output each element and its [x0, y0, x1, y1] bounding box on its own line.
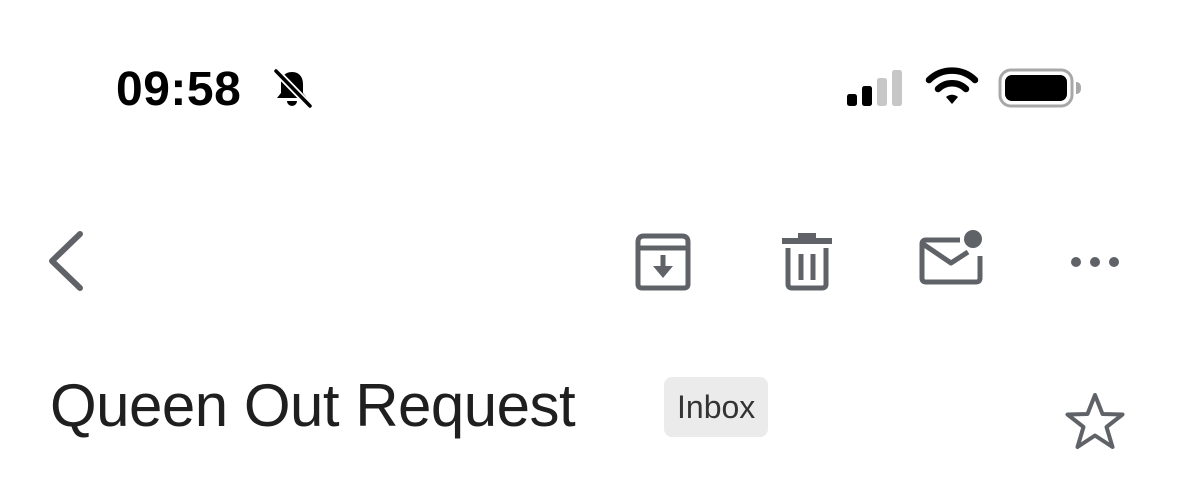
status-time: 09:58 — [116, 63, 242, 116]
more-button[interactable] — [1066, 244, 1126, 280]
wifi-icon — [924, 66, 980, 108]
inbox-label-chip[interactable]: Inbox — [664, 377, 769, 437]
archive-icon — [635, 233, 691, 291]
mark-unread-icon — [919, 230, 983, 285]
chevron-left-icon — [49, 231, 83, 291]
trash-icon — [782, 233, 832, 291]
back-button[interactable] — [40, 226, 96, 296]
star-button[interactable] — [1062, 390, 1128, 454]
bell-slash-icon — [270, 66, 314, 110]
email-subject: Queen Out Request — [50, 372, 576, 439]
mark-unread-button[interactable] — [916, 226, 988, 292]
delete-button[interactable] — [776, 228, 838, 294]
cellular-signal-icon — [845, 68, 905, 108]
battery-icon — [998, 66, 1084, 110]
more-horizontal-icon — [1071, 257, 1119, 267]
star-outline-icon — [1065, 393, 1125, 449]
archive-button[interactable] — [630, 228, 696, 294]
